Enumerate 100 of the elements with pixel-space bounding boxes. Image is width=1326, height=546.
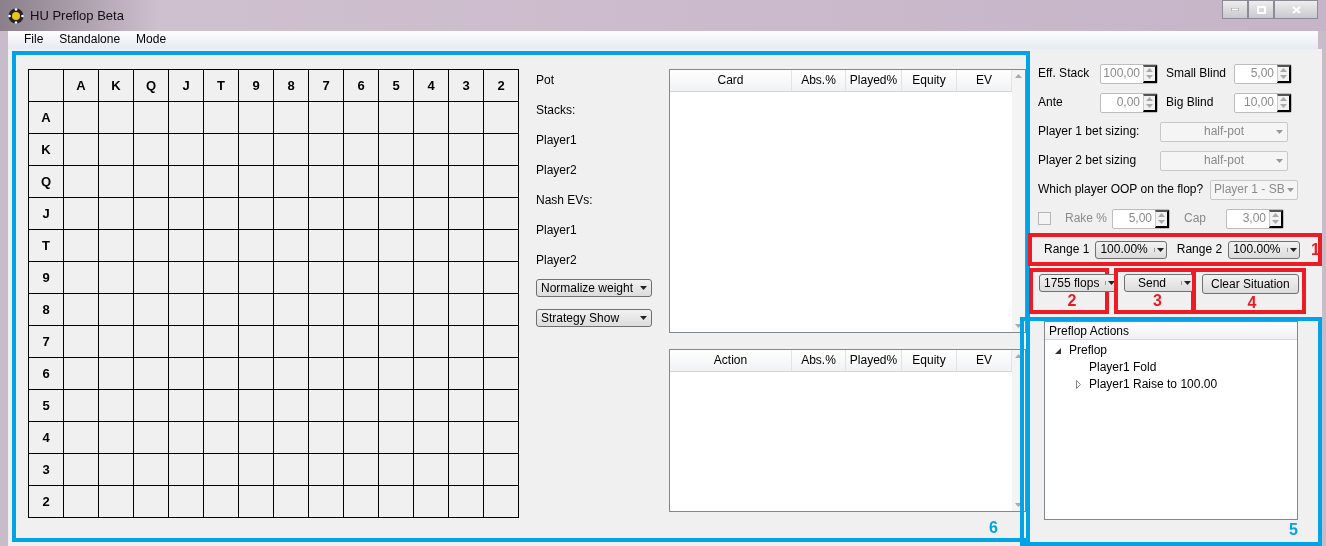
grid-cell[interactable] [64,102,99,134]
grid-cell[interactable] [274,486,309,518]
grid-cell[interactable] [239,134,274,166]
grid-cell[interactable] [414,102,449,134]
grid-cell[interactable] [274,294,309,326]
grid-cell[interactable] [414,358,449,390]
grid-cell[interactable] [239,358,274,390]
grid-cell[interactable] [484,454,519,486]
grid-cell[interactable] [134,262,169,294]
grid-cell[interactable] [204,454,239,486]
column-header[interactable]: Abs.% [792,350,846,371]
grid-cell[interactable] [204,294,239,326]
grid-cell[interactable] [134,134,169,166]
tree-item[interactable]: Preflop [1069,343,1108,358]
grid-cell[interactable] [64,134,99,166]
grid-cell[interactable] [274,134,309,166]
grid-cell[interactable] [239,390,274,422]
grid-cell[interactable] [99,454,134,486]
grid-cell[interactable] [134,230,169,262]
grid-cell[interactable] [169,166,204,198]
grid-cell[interactable] [64,422,99,454]
grid-cell[interactable] [274,198,309,230]
maximize-button[interactable] [1248,0,1274,19]
grid-cell[interactable] [414,486,449,518]
grid-cell[interactable] [204,422,239,454]
expanded-icon[interactable] [1055,347,1061,354]
grid-cell[interactable] [344,294,379,326]
grid-cell[interactable] [449,390,484,422]
grid-cell[interactable] [99,486,134,518]
dropdown[interactable]: 100.00% [1095,240,1167,259]
grid-cell[interactable] [99,326,134,358]
grid-cell[interactable] [204,326,239,358]
grid-cell[interactable] [204,486,239,518]
grid-cell[interactable] [379,390,414,422]
grid-cell[interactable] [64,454,99,486]
grid-cell[interactable] [274,102,309,134]
grid-cell[interactable] [204,230,239,262]
grid-cell[interactable] [379,166,414,198]
grid-cell[interactable] [449,198,484,230]
grid-cell[interactable] [449,102,484,134]
grid-cell[interactable] [134,454,169,486]
collapsed-icon[interactable] [1075,380,1081,389]
grid-cell[interactable] [484,486,519,518]
grid-cell[interactable] [484,166,519,198]
grid-cell[interactable] [99,166,134,198]
grid-cell[interactable] [239,230,274,262]
tree-item[interactable]: Player1 Raise to 100.00 [1089,377,1218,392]
grid-cell[interactable] [449,294,484,326]
grid-cell[interactable] [379,230,414,262]
grid-cell[interactable] [449,134,484,166]
grid-cell[interactable] [204,198,239,230]
grid-cell[interactable] [344,326,379,358]
grid-cell[interactable] [309,422,344,454]
grid-cell[interactable] [379,326,414,358]
column-header[interactable]: Action [670,350,792,371]
dropdown[interactable]: Strategy Show [536,309,652,327]
grid-cell[interactable] [309,454,344,486]
grid-cell[interactable] [169,390,204,422]
grid-cell[interactable] [204,134,239,166]
grid-cell[interactable] [99,422,134,454]
grid-cell[interactable] [449,230,484,262]
column-header[interactable]: Equity [902,70,957,91]
grid-cell[interactable] [169,326,204,358]
grid-cell[interactable] [99,102,134,134]
grid-cell[interactable] [344,358,379,390]
column-header[interactable]: Abs.% [792,70,846,91]
grid-cell[interactable] [239,102,274,134]
grid-cell[interactable] [274,326,309,358]
grid-cell[interactable] [344,102,379,134]
grid-cell[interactable] [134,294,169,326]
grid-cell[interactable] [379,294,414,326]
grid-cell[interactable] [239,198,274,230]
menu-item[interactable]: Standalone [51,31,129,49]
grid-cell[interactable] [169,262,204,294]
grid-cell[interactable] [309,230,344,262]
column-header[interactable]: Played% [846,350,902,371]
grid-cell[interactable] [99,358,134,390]
grid-cell[interactable] [484,390,519,422]
grid-cell[interactable] [274,230,309,262]
grid-cell[interactable] [134,486,169,518]
grid-cell[interactable] [239,262,274,294]
grid-cell[interactable] [344,486,379,518]
grid-cell[interactable] [204,358,239,390]
grid-cell[interactable] [99,230,134,262]
grid-cell[interactable] [379,422,414,454]
grid-cell[interactable] [64,486,99,518]
grid-cell[interactable] [99,198,134,230]
grid-cell[interactable] [204,262,239,294]
grid-cell[interactable] [64,326,99,358]
grid-cell[interactable] [414,454,449,486]
grid-cell[interactable] [99,134,134,166]
grid-cell[interactable] [169,358,204,390]
grid-cell[interactable] [344,454,379,486]
grid-cell[interactable] [64,166,99,198]
dropdown[interactable]: Normalize weight [536,279,652,297]
grid-cell[interactable] [169,102,204,134]
grid-cell[interactable] [449,326,484,358]
grid-cell[interactable] [134,422,169,454]
grid-cell[interactable] [239,422,274,454]
grid-cell[interactable] [134,326,169,358]
